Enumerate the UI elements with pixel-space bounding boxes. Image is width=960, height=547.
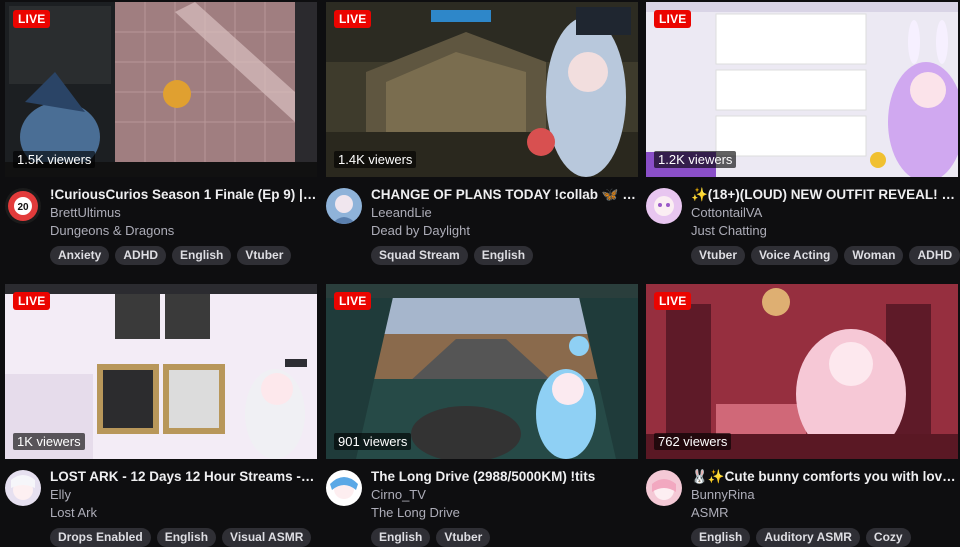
tag[interactable]: Vtuber xyxy=(237,246,292,265)
live-badge: LIVE xyxy=(654,292,692,310)
tag[interactable]: ADHD xyxy=(909,246,960,265)
channel-name[interactable]: BrettUltimus xyxy=(50,204,317,222)
channel-avatar[interactable] xyxy=(326,188,362,224)
stream-title[interactable]: !CuriousCurios Season 1 Finale (Ep 9) | … xyxy=(50,186,317,203)
tag[interactable]: Squad Stream xyxy=(371,246,468,265)
viewer-count: 1K viewers xyxy=(13,433,85,450)
channel-name[interactable]: LeeandLie xyxy=(371,204,638,222)
viewer-count: 762 viewers xyxy=(654,433,732,450)
stream-title[interactable]: CHANGE OF PLANS TODAY !collab 🦋 #E... xyxy=(371,186,638,203)
channel-avatar[interactable] xyxy=(646,470,682,506)
tag[interactable]: Drops Enabled xyxy=(50,528,151,547)
stream-thumbnail[interactable]: LIVE 1.4K viewers xyxy=(326,2,638,177)
tag[interactable]: Vtuber xyxy=(436,528,491,547)
tag[interactable]: Cozy xyxy=(865,528,911,547)
live-badge: LIVE xyxy=(13,10,51,28)
tag[interactable]: English xyxy=(371,528,431,547)
channel-avatar[interactable] xyxy=(646,188,682,224)
tag[interactable]: English xyxy=(172,246,232,265)
channel-name[interactable]: Elly xyxy=(50,486,317,504)
category-link[interactable]: Dungeons & Dragons xyxy=(50,222,317,240)
live-badge: LIVE xyxy=(334,10,372,28)
tag[interactable]: Visual ASMR xyxy=(222,528,312,547)
tag[interactable]: English xyxy=(473,246,534,265)
stream-card[interactable]: LIVE 1.5K viewers 20 !CuriousCurios Seas… xyxy=(5,2,317,286)
stream-thumbnail[interactable]: LIVE 1.2K viewers xyxy=(646,2,958,177)
channel-avatar[interactable] xyxy=(326,470,362,506)
viewer-count: 901 viewers xyxy=(334,433,412,450)
stream-title[interactable]: The Long Drive (2988/5000KM) !tits xyxy=(371,468,638,485)
tag-list: Vtuber Voice Acting Woman ADHD xyxy=(691,246,960,265)
tag-list: Anxiety ADHD English Vtuber xyxy=(50,246,317,265)
stream-title[interactable]: 🐰✨Cute bunny comforts you with love! ... xyxy=(691,468,958,485)
tag-list: English Auditory ASMR Cozy xyxy=(691,528,958,547)
tag[interactable]: Auditory ASMR xyxy=(756,528,860,547)
category-link[interactable]: Lost Ark xyxy=(50,504,317,522)
stream-title[interactable]: LOST ARK - 12 Days 12 Hour Streams - Da.… xyxy=(50,468,317,485)
channel-avatar[interactable]: 20 xyxy=(5,188,41,224)
channel-avatar[interactable] xyxy=(5,470,41,506)
stream-card[interactable]: LIVE 1.2K viewers ✨(18+)(LOUD) NEW OUTFI… xyxy=(646,2,960,286)
svg-text:20: 20 xyxy=(17,202,29,213)
tag[interactable]: ADHD xyxy=(115,246,167,265)
stream-card[interactable]: LIVE 901 viewers The Long Drive (2988/50… xyxy=(326,284,638,547)
viewer-count: 1.4K viewers xyxy=(334,151,417,168)
stream-thumbnail[interactable]: LIVE 1K viewers xyxy=(5,284,317,459)
tag-list: English Vtuber xyxy=(371,528,638,547)
tag[interactable]: Voice Acting xyxy=(751,246,839,265)
tag-list: Drops Enabled English Visual ASMR xyxy=(50,528,317,547)
channel-name[interactable]: Cirno_TV xyxy=(371,486,638,504)
category-link[interactable]: ASMR xyxy=(691,504,958,522)
viewer-count: 1.5K viewers xyxy=(13,151,96,168)
channel-name[interactable]: BunnyRina xyxy=(691,486,958,504)
category-link[interactable]: The Long Drive xyxy=(371,504,638,522)
tag[interactable]: English xyxy=(156,528,217,547)
stream-thumbnail[interactable]: LIVE 901 viewers xyxy=(326,284,638,459)
live-badge: LIVE xyxy=(334,292,372,310)
tag[interactable]: Anxiety xyxy=(50,246,110,265)
stream-thumbnail[interactable]: LIVE 762 viewers xyxy=(646,284,958,459)
category-link[interactable]: Just Chatting xyxy=(691,222,958,240)
stream-card[interactable]: LIVE 1.4K viewers CHANGE OF PLANS TODAY … xyxy=(326,2,638,286)
tag[interactable]: Vtuber xyxy=(691,246,746,265)
stream-thumbnail[interactable]: LIVE 1.5K viewers xyxy=(5,2,317,177)
tag[interactable]: Woman xyxy=(844,246,904,265)
live-badge: LIVE xyxy=(654,10,692,28)
stream-title[interactable]: ✨(18+)(LOUD) NEW OUTFIT REVEAL! | !d... xyxy=(691,186,958,203)
stream-card[interactable]: LIVE 1K viewers LOST ARK - 12 Days 12 Ho… xyxy=(5,284,317,547)
stream-card[interactable]: LIVE 762 viewers 🐰✨Cute bunny comforts y… xyxy=(646,284,958,547)
live-badge: LIVE xyxy=(13,292,51,310)
tag-list: Squad Stream English xyxy=(371,246,638,265)
tag[interactable]: English xyxy=(691,528,751,547)
channel-name[interactable]: CottontailVA xyxy=(691,204,958,222)
viewer-count: 1.2K viewers xyxy=(654,151,737,168)
category-link[interactable]: Dead by Daylight xyxy=(371,222,638,240)
